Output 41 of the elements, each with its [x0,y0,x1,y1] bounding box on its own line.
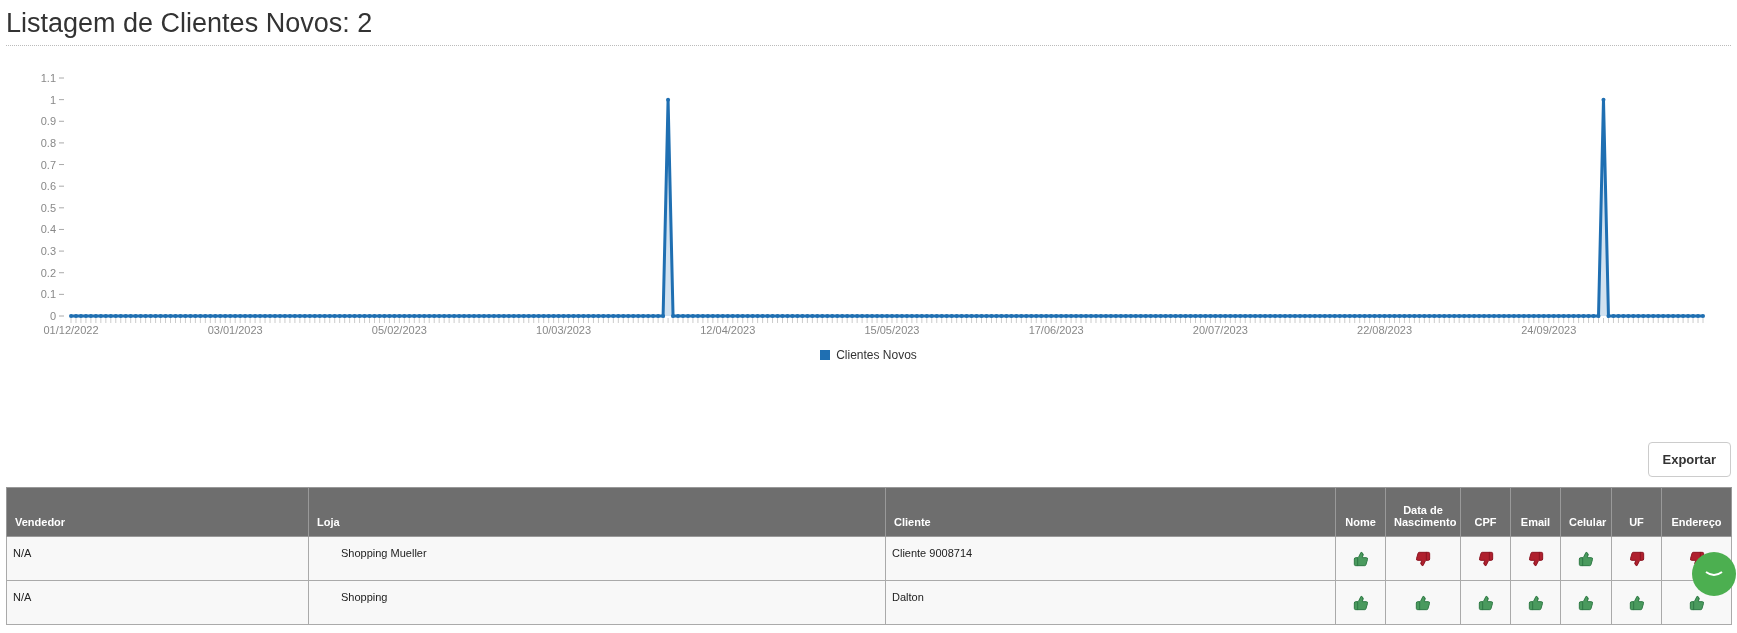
axis-label: 0.4 [40,223,56,236]
axis-label: 0.6 [40,180,56,193]
table-cell: Shopping [308,580,886,625]
column-header: Loja [308,487,886,537]
column-header: UF [1611,487,1662,537]
column-header: Celular [1560,487,1612,537]
axis-label: 01/12/2022 [43,324,99,336]
table-cell: N/A [6,536,309,581]
table-cell: Dalton [885,580,1336,625]
axis-label: 0.7 [40,158,56,171]
axis-label: 17/06/2023 [1028,324,1084,336]
axis-label: 22/08/2023 [1357,324,1413,336]
column-header: Nome [1335,487,1386,537]
axis-label: 0.5 [40,201,56,214]
table-cell: Cliente 9008714 [885,536,1336,581]
axis-label: 0 [49,310,56,322]
axis-label: 0.2 [40,266,56,279]
axis-label: 03/01/2023 [207,324,263,336]
axis-label: 15/05/2023 [864,324,920,336]
column-header: Email [1510,487,1561,537]
axis-label: 24/09/2023 [1521,324,1577,336]
axis-label: 05/02/2023 [371,324,427,336]
axis-label: 20/07/2023 [1192,324,1248,336]
page-title: Listagem de Clientes Novos: 2 [6,0,1731,46]
axis-label: 0.8 [40,136,56,149]
column-header: Vendedor [6,487,309,537]
axis-label: 0.3 [40,245,56,258]
axis-label: 0.9 [40,115,56,128]
axis-label: 1.1 [40,72,56,84]
axis-label: 10/03/2023 [536,324,592,336]
column-header: Data de Nascimento [1385,487,1461,537]
axis-label: 0.1 [40,288,56,301]
column-header: Endereço [1661,487,1732,537]
axis-label: 1 [49,93,56,106]
export-button[interactable]: Exportar [1647,442,1731,477]
table-cell: Shopping Mueller [308,536,886,581]
table-cell: N/A [6,580,309,625]
column-header: CPF [1460,487,1511,537]
column-header: Cliente [885,487,1336,537]
axis-label: 12/04/2023 [700,324,756,336]
legend-label: Clientes Novos [836,348,917,362]
